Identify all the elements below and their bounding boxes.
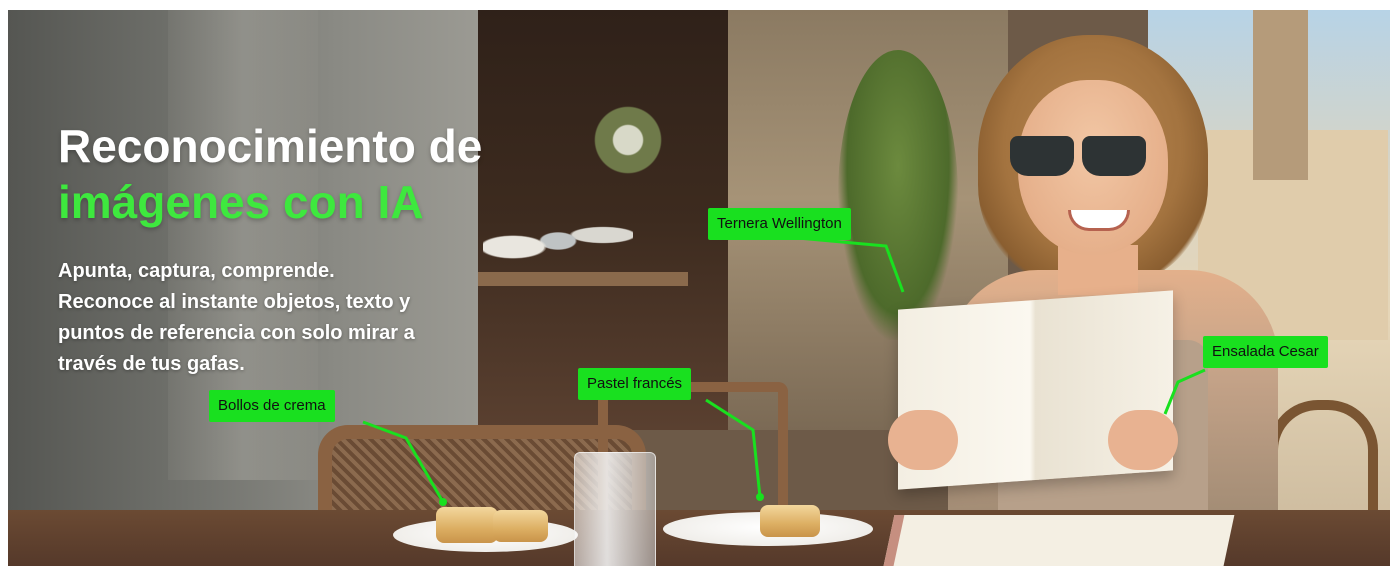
subtitle-line-1: Apunta, captura, comprende. <box>58 260 335 282</box>
cups-on-shelf <box>483 205 633 265</box>
callout-french-pastry: Pastel francés <box>578 368 692 400</box>
subtitle-line-4: través de tus gafas. <box>58 353 245 375</box>
bell-tower <box>1253 10 1308 180</box>
subtitle-line-2: Reconoce al instante objetos, texto y <box>58 291 411 313</box>
hand-right <box>1108 410 1178 470</box>
smart-glasses <box>1010 132 1155 180</box>
table-placemat <box>881 515 1235 566</box>
callout-beef-wellington: Ternera Wellington <box>708 208 851 240</box>
glasses-lens-left <box>1010 136 1074 176</box>
hero-banner: Reconocimiento de imágenes con IA Apunta… <box>8 10 1390 566</box>
cream-bun <box>436 507 498 543</box>
subtitle: Apunta, captura, comprende. Reconoce al … <box>58 256 498 380</box>
headline-line-2: imágenes con IA <box>58 176 424 228</box>
hand-left <box>888 410 958 470</box>
flower-pot <box>588 100 668 200</box>
headline: Reconocimiento de imágenes con IA <box>58 118 482 230</box>
street-tree <box>838 50 958 340</box>
subtitle-line-3: puntos de referencia con solo mirar a <box>58 322 415 344</box>
cafe-shelf <box>478 272 688 286</box>
callout-caesar-salad: Ensalada Cesar <box>1203 336 1328 368</box>
milk-glass <box>574 452 656 566</box>
callout-cream-buns: Bollos de crema <box>209 390 335 422</box>
glasses-lens-right <box>1082 136 1146 176</box>
french-pastry-slice <box>760 505 820 537</box>
cream-bun <box>493 510 548 542</box>
headline-line-1: Reconocimiento de <box>58 120 483 172</box>
